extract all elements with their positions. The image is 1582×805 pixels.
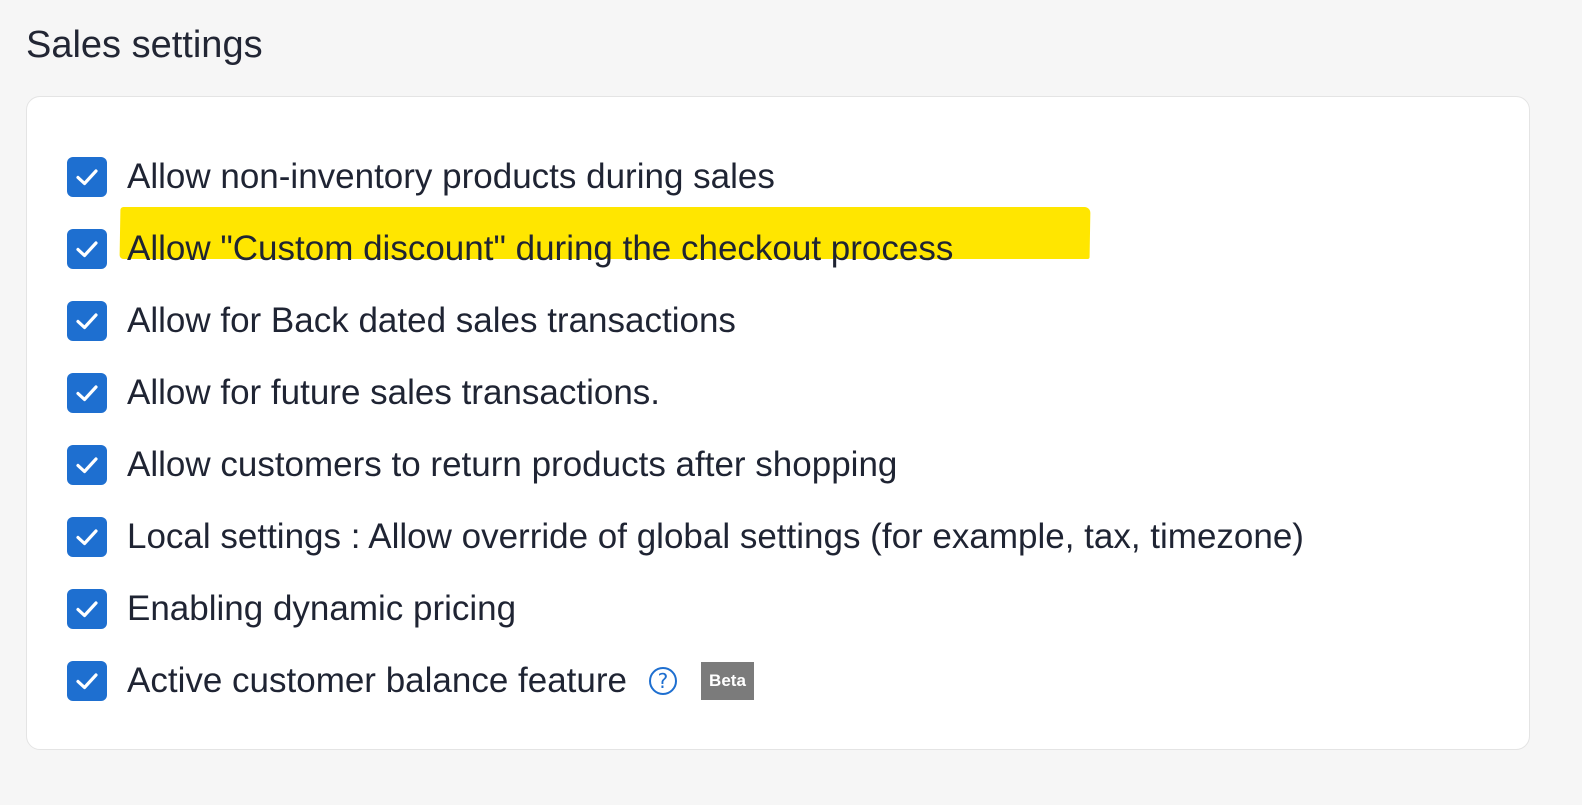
option-label[interactable]: Enabling dynamic pricing (127, 587, 516, 631)
option-back-dated-sales: Allow for Back dated sales transactions (67, 285, 1304, 357)
checkmark-icon (76, 241, 98, 258)
option-customer-balance: Active customer balance feature ? Beta (67, 645, 1304, 717)
checkmark-icon (76, 385, 98, 402)
beta-badge: Beta (700, 662, 754, 700)
settings-option-list: Allow non-inventory products during sale… (67, 141, 1304, 717)
checkbox-customer-balance[interactable] (67, 661, 107, 701)
option-dynamic-pricing: Enabling dynamic pricing (67, 573, 1304, 645)
checkbox-back-dated-sales[interactable] (67, 301, 107, 341)
option-local-settings-override: Local settings : Allow override of globa… (67, 501, 1304, 573)
sales-settings-page: Sales settings Allow non-inventory produ… (0, 0, 1582, 805)
option-label[interactable]: Allow "Custom discount" during the check… (127, 227, 953, 271)
checkbox-local-settings-override[interactable] (67, 517, 107, 557)
option-label[interactable]: Allow for Back dated sales transactions (127, 299, 736, 343)
sales-settings-card: Allow non-inventory products during sale… (26, 96, 1530, 750)
option-label[interactable]: Active customer balance feature (127, 659, 627, 703)
option-label[interactable]: Allow non-inventory products during sale… (127, 155, 775, 199)
option-label[interactable]: Local settings : Allow override of globa… (127, 515, 1304, 559)
checkbox-custom-discount[interactable] (67, 229, 107, 269)
option-non-inventory-products: Allow non-inventory products during sale… (67, 141, 1304, 213)
checkbox-customer-returns[interactable] (67, 445, 107, 485)
checkmark-icon (76, 313, 98, 330)
checkbox-dynamic-pricing[interactable] (67, 589, 107, 629)
option-label[interactable]: Allow customers to return products after… (127, 443, 897, 487)
checkmark-icon (76, 457, 98, 474)
checkmark-icon (76, 673, 98, 690)
option-future-sales: Allow for future sales transactions. (67, 357, 1304, 429)
option-customer-returns: Allow customers to return products after… (67, 429, 1304, 501)
option-custom-discount: Allow "Custom discount" during the check… (67, 213, 1304, 285)
checkmark-icon (76, 529, 98, 546)
checkmark-icon (76, 169, 98, 186)
checkbox-non-inventory-products[interactable] (67, 157, 107, 197)
option-label[interactable]: Allow for future sales transactions. (127, 371, 660, 415)
page-title: Sales settings (26, 24, 263, 66)
checkmark-icon (76, 601, 98, 618)
question-circle-icon[interactable]: ? (648, 667, 677, 695)
checkbox-future-sales[interactable] (67, 373, 107, 413)
